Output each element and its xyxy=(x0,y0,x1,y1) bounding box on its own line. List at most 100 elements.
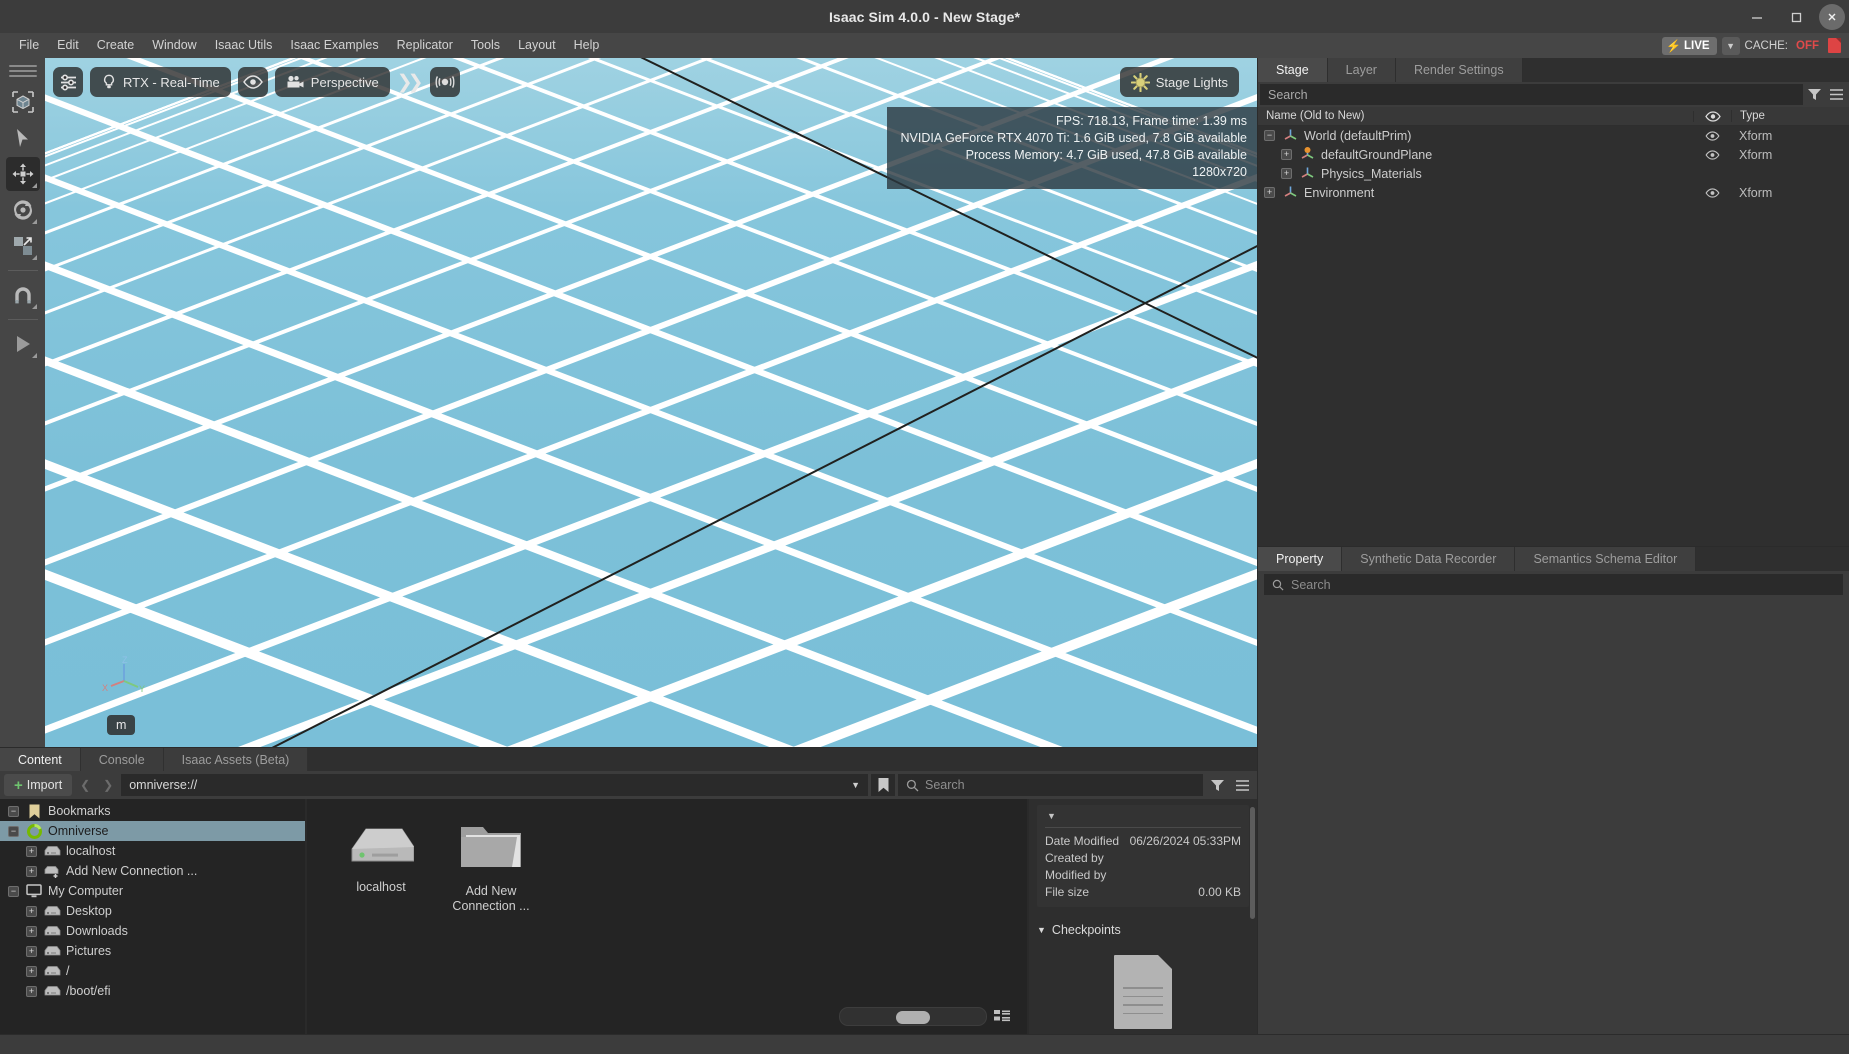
cache-doc-icon[interactable] xyxy=(1828,38,1841,53)
thumbnail-size-slider[interactable] xyxy=(839,1007,987,1026)
stage-row[interactable]: + defaultGroundPlane Xform xyxy=(1258,145,1849,164)
content-search-input[interactable]: Search xyxy=(898,774,1203,796)
content-tree-item[interactable]: + Pictures xyxy=(0,941,305,961)
viewport-visibility-eye-icon[interactable] xyxy=(237,67,268,97)
stage-row-name[interactable]: − World (defaultPrim) xyxy=(1258,128,1693,143)
collapse-icon[interactable]: − xyxy=(8,825,19,837)
stage-row-name[interactable]: + Physics_Materials xyxy=(1258,166,1693,181)
rotate-tool-icon[interactable] xyxy=(6,193,40,227)
back-arrow-icon[interactable]: ❮ xyxy=(75,774,95,796)
chevron-right-icon[interactable]: ❯❯ xyxy=(397,71,424,94)
content-tree-item[interactable]: + Desktop xyxy=(0,901,305,921)
viewport-settings-icon[interactable] xyxy=(53,67,83,97)
details-scrollbar[interactable] xyxy=(1250,807,1255,919)
expand-icon[interactable]: + xyxy=(1281,149,1292,160)
chevron-down-icon[interactable]: ▼ xyxy=(1045,809,1241,825)
expand-icon[interactable]: + xyxy=(26,945,37,957)
snap-magnet-tool-icon[interactable] xyxy=(6,278,40,312)
tab-semantics-schema-editor[interactable]: Semantics Schema Editor xyxy=(1515,547,1697,571)
menu-layout[interactable]: Layout xyxy=(509,33,565,58)
expand-icon[interactable]: + xyxy=(26,865,37,877)
expand-icon[interactable]: + xyxy=(26,905,37,917)
visibility-toggle[interactable] xyxy=(1693,130,1731,141)
content-tree-item[interactable]: + Downloads xyxy=(0,921,305,941)
content-grid[interactable]: localhost Add New Connection ... xyxy=(307,799,1027,1034)
collapse-icon[interactable]: − xyxy=(1264,130,1275,141)
chevron-down-icon[interactable]: ▼ xyxy=(851,780,860,790)
visibility-toggle[interactable] xyxy=(1693,149,1731,160)
menu-isaac-utils[interactable]: Isaac Utils xyxy=(206,33,282,58)
viewport-3d[interactable]: RTX - Real-Time Perspective ❯❯ Stage Lig… xyxy=(45,58,1257,747)
content-tree-item[interactable]: + localhost xyxy=(0,841,305,861)
forward-arrow-icon[interactable]: ❯ xyxy=(98,774,118,796)
stage-row-name[interactable]: + defaultGroundPlane xyxy=(1258,147,1693,162)
hamburger-menu-icon[interactable] xyxy=(1231,774,1253,796)
axis-gizmo[interactable]: Z X Y xyxy=(102,655,148,701)
tab-layer[interactable]: Layer xyxy=(1327,58,1396,82)
expand-icon[interactable]: + xyxy=(1281,168,1292,179)
menu-isaac-examples[interactable]: Isaac Examples xyxy=(281,33,387,58)
unit-badge[interactable]: m xyxy=(107,715,136,735)
visibility-toggle[interactable] xyxy=(1693,187,1731,198)
checkpoints-section-header[interactable]: ▼ Checkpoints xyxy=(1037,923,1249,937)
content-tree-item[interactable]: + Add New Connection ... xyxy=(0,861,305,881)
content-tree[interactable]: − Bookmarks − Omniverse + localhost + Add New C… xyxy=(0,799,305,1034)
stage-row[interactable]: + Physics_Materials xyxy=(1258,164,1849,183)
stage-lights-button[interactable]: Stage Lights xyxy=(1119,67,1239,97)
tab-synthetic-data-recorder[interactable]: Synthetic Data Recorder xyxy=(1342,547,1516,571)
path-input[interactable]: omniverse:// ▼ xyxy=(121,774,868,796)
filter-icon[interactable] xyxy=(1803,84,1825,106)
stage-search-input[interactable]: Search xyxy=(1260,84,1803,105)
stage-lights-chip[interactable]: Stage Lights xyxy=(1119,67,1239,97)
column-header-visibility[interactable] xyxy=(1693,110,1731,122)
tab-stage[interactable]: Stage xyxy=(1258,58,1328,82)
tab-property[interactable]: Property xyxy=(1258,547,1343,571)
filter-icon[interactable] xyxy=(1206,774,1228,796)
import-button[interactable]: + Import xyxy=(4,774,73,796)
hamburger-menu-icon[interactable] xyxy=(1825,84,1847,106)
property-search-input[interactable]: Search xyxy=(1264,574,1843,595)
cursor-tool-icon[interactable] xyxy=(6,121,40,155)
menu-file[interactable]: File xyxy=(10,33,48,58)
expand-icon[interactable]: + xyxy=(26,985,37,997)
menu-replicator[interactable]: Replicator xyxy=(388,33,462,58)
content-tree-item[interactable]: + /boot/efi xyxy=(0,981,305,1001)
slider-knob[interactable] xyxy=(896,1011,930,1024)
view-mode-icon[interactable] xyxy=(991,1007,1013,1026)
move-tool-icon[interactable] xyxy=(5,157,40,191)
maximize-icon[interactable] xyxy=(1779,4,1815,30)
chevron-down-icon[interactable]: ▼ xyxy=(1721,36,1740,55)
tab-console[interactable]: Console xyxy=(80,748,164,771)
tab-content[interactable]: Content xyxy=(0,748,81,771)
menu-tools[interactable]: Tools xyxy=(462,33,509,58)
select-box-tool-icon[interactable] xyxy=(6,85,40,119)
content-tree-item[interactable]: − Omniverse xyxy=(0,821,305,841)
expand-icon[interactable]: + xyxy=(26,965,37,977)
content-grid-item[interactable]: localhost xyxy=(335,819,427,914)
stage-row[interactable]: − World (defaultPrim) Xform xyxy=(1258,126,1849,145)
expand-icon[interactable]: + xyxy=(26,845,37,857)
motion-capture-icon[interactable] xyxy=(429,67,460,97)
content-tree-item[interactable]: − Bookmarks xyxy=(0,801,305,821)
camera-selector[interactable]: Perspective xyxy=(274,67,390,97)
column-header-type[interactable]: Type xyxy=(1731,110,1849,122)
close-icon[interactable] xyxy=(1819,3,1845,30)
menu-help[interactable]: Help xyxy=(565,33,609,58)
menu-edit[interactable]: Edit xyxy=(48,33,88,58)
stage-row-name[interactable]: + Environment xyxy=(1258,185,1693,200)
renderer-selector[interactable]: RTX - Real-Time xyxy=(90,67,231,97)
live-button[interactable]: ⚡ LIVE xyxy=(1662,36,1717,55)
play-tool-icon[interactable] xyxy=(6,327,40,361)
menu-window[interactable]: Window xyxy=(143,33,205,58)
minimize-icon[interactable] xyxy=(1739,4,1775,30)
toolbar-drag-handle[interactable] xyxy=(8,64,37,78)
content-tree-item[interactable]: + / xyxy=(0,961,305,981)
content-grid-item[interactable]: Add New Connection ... xyxy=(445,819,537,914)
stage-tree[interactable]: − World (defaultPrim) Xform + defaultGroundP… xyxy=(1258,126,1849,546)
scale-tool-icon[interactable] xyxy=(6,229,40,263)
collapse-icon[interactable]: − xyxy=(8,885,19,897)
collapse-icon[interactable]: − xyxy=(8,805,19,817)
column-header-name[interactable]: Name (Old to New) xyxy=(1258,110,1693,122)
bookmark-icon[interactable] xyxy=(871,774,895,796)
expand-icon[interactable]: + xyxy=(1264,187,1275,198)
